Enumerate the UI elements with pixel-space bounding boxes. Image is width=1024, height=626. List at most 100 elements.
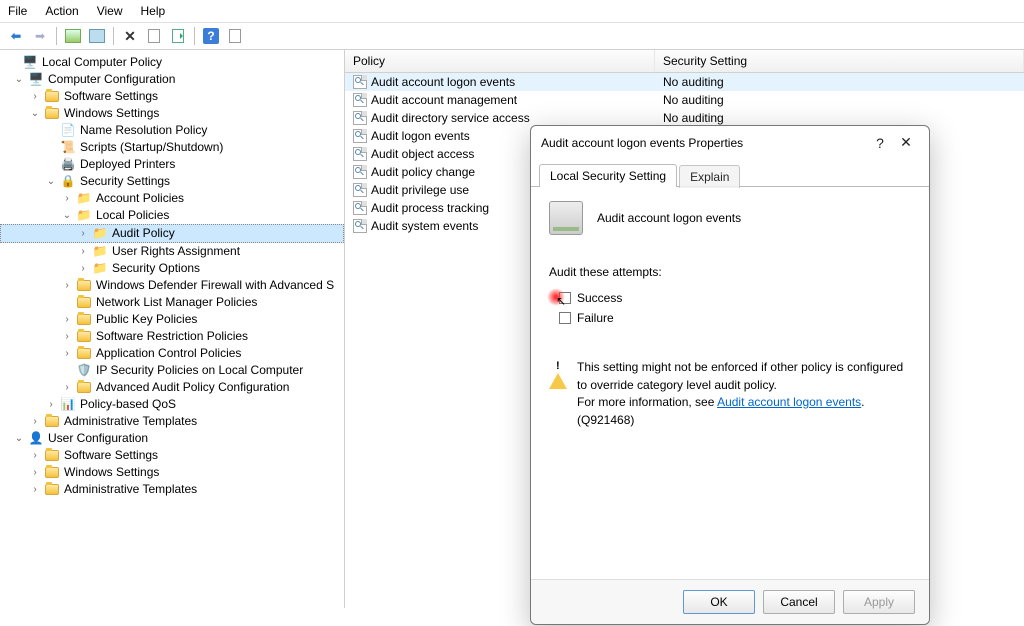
tree-audit-policy[interactable]: ›📁Audit Policy (0, 224, 344, 243)
tree-security-settings[interactable]: ⌄🔒Security Settings (0, 173, 344, 190)
policy-icon (353, 75, 367, 89)
tree-user-rights[interactable]: ›📁User Rights Assignment (0, 243, 344, 260)
tab-local-security[interactable]: Local Security Setting (539, 164, 677, 187)
tree-label: Security Options (112, 260, 200, 277)
policy-cell: Audit object access (371, 147, 474, 161)
tree-label: User Configuration (48, 430, 148, 447)
tree-security-options[interactable]: ›📁Security Options (0, 260, 344, 277)
tab-explain[interactable]: Explain (679, 165, 740, 188)
checkbox-success-label: Success (577, 291, 622, 305)
tree-qos[interactable]: ›📊Policy-based QoS (0, 396, 344, 413)
tree-local-policies[interactable]: ⌄📁Local Policies (0, 207, 344, 224)
policy-icon (353, 147, 367, 161)
menu-file[interactable]: File (8, 4, 27, 18)
tree-label: Windows Settings (64, 105, 159, 122)
tree-user-config[interactable]: ⌄👤User Configuration (0, 430, 344, 447)
dialog-buttons: OK Cancel Apply (531, 579, 929, 624)
export-icon[interactable] (168, 26, 188, 46)
policy-cell: Audit account logon events (371, 75, 515, 89)
dialog-tabs: Local Security Setting Explain (531, 163, 929, 187)
tree-appctrl[interactable]: ›Application Control Policies (0, 345, 344, 362)
menu-action[interactable]: Action (45, 4, 78, 18)
attempts-label: Audit these attempts: (549, 265, 911, 279)
properties-icon[interactable] (144, 26, 164, 46)
tree-ipsec[interactable]: ›🛡️IP Security Policies on Local Compute… (0, 362, 344, 379)
tree-root[interactable]: ▸🖥️Local Computer Policy (0, 54, 344, 71)
warning-icon (549, 359, 567, 377)
help-button[interactable]: ? (867, 135, 893, 151)
tree-label: Windows Settings (64, 464, 159, 481)
forward-icon[interactable]: ➡ (30, 26, 50, 46)
help-icon[interactable]: ? (201, 26, 221, 46)
list-row[interactable]: Audit account managementNo auditing (345, 91, 1024, 109)
col-policy[interactable]: Policy (345, 50, 655, 72)
tree-root-label: Local Computer Policy (42, 54, 162, 71)
tree-label: Advanced Audit Policy Configuration (96, 379, 289, 396)
tree-pubkey[interactable]: ›Public Key Policies (0, 311, 344, 328)
properties-dialog: Audit account logon events Properties ? … (530, 125, 930, 625)
tree-scripts[interactable]: ›📜Scripts (Startup/Shutdown) (0, 139, 344, 156)
policy-cell: Audit directory service access (371, 111, 530, 125)
tree-label: Administrative Templates (64, 413, 197, 430)
toolbar: ⬅ ➡ ✕ ? (0, 23, 1024, 50)
tree-u-sw[interactable]: ›Software Settings (0, 447, 344, 464)
up-icon[interactable] (63, 26, 83, 46)
toolbar-separator (113, 27, 114, 45)
tree-advaudit[interactable]: ›Advanced Audit Policy Configuration (0, 379, 344, 396)
policy-icon (549, 201, 583, 235)
delete-icon[interactable]: ✕ (120, 26, 140, 46)
show-hide-icon[interactable] (87, 26, 107, 46)
checkbox-failure[interactable] (559, 312, 571, 324)
dialog-title: Audit account logon events Properties (541, 136, 867, 150)
tree-software-settings[interactable]: ›Software Settings (0, 88, 344, 105)
list-row[interactable]: Audit account logon eventsNo auditing (345, 73, 1024, 91)
tree-label: Policy-based QoS (80, 396, 176, 413)
tree-label: Windows Defender Firewall with Advanced … (96, 277, 334, 294)
tree-u-adm[interactable]: ›Administrative Templates (0, 481, 344, 498)
tree-printers[interactable]: ›🖨️Deployed Printers (0, 156, 344, 173)
tree-firewall[interactable]: ›Windows Defender Firewall with Advanced… (0, 277, 344, 294)
close-button[interactable]: ✕ (893, 134, 919, 151)
policy-cell: Audit process tracking (371, 201, 489, 215)
tree-panel: ▸🖥️Local Computer Policy ⌄🖥️Computer Con… (0, 50, 345, 608)
warning-link[interactable]: Audit account logon events (717, 395, 861, 409)
tree-label: Software Settings (64, 88, 158, 105)
policy-icon (353, 111, 367, 125)
tree-label: Public Key Policies (96, 311, 197, 328)
tree-label: Software Settings (64, 447, 158, 464)
tree-label: Computer Configuration (48, 71, 175, 88)
tree-admtmpl[interactable]: ›Administrative Templates (0, 413, 344, 430)
menu-view[interactable]: View (97, 4, 123, 18)
toolbar-separator (56, 27, 57, 45)
policy-icon (353, 219, 367, 233)
policy-icon (353, 183, 367, 197)
tree-label: IP Security Policies on Local Computer (96, 362, 303, 379)
tree-u-win[interactable]: ›Windows Settings (0, 464, 344, 481)
policy-cell: Audit account management (371, 93, 517, 107)
tree-account-policies[interactable]: ›📁Account Policies (0, 190, 344, 207)
tree-label: Application Control Policies (96, 345, 241, 362)
apply-button[interactable]: Apply (843, 590, 915, 614)
back-icon[interactable]: ⬅ (6, 26, 26, 46)
extra-icon[interactable] (225, 26, 245, 46)
cancel-button[interactable]: Cancel (763, 590, 835, 614)
tree-computer-config[interactable]: ⌄🖥️Computer Configuration (0, 71, 344, 88)
ok-button[interactable]: OK (683, 590, 755, 614)
list-header: Policy Security Setting (345, 50, 1024, 73)
policy-icon (353, 165, 367, 179)
policy-cell: Audit privilege use (371, 183, 469, 197)
toolbar-separator (194, 27, 195, 45)
checkbox-failure-label: Failure (577, 311, 614, 325)
tree-label: User Rights Assignment (112, 243, 240, 260)
tree-label: Name Resolution Policy (80, 122, 207, 139)
tree-swrestrict[interactable]: ›Software Restriction Policies (0, 328, 344, 345)
tree-label: Local Policies (96, 207, 169, 224)
col-setting[interactable]: Security Setting (655, 50, 1024, 72)
tree-windows-settings[interactable]: ⌄Windows Settings (0, 105, 344, 122)
warning-text: This setting might not be enforced if ot… (577, 359, 911, 429)
menu-help[interactable]: Help (141, 4, 166, 18)
tree-netlist[interactable]: ›Network List Manager Policies (0, 294, 344, 311)
tree-name-resolution[interactable]: ›📄Name Resolution Policy (0, 122, 344, 139)
policy-cell: Audit policy change (371, 165, 475, 179)
setting-cell: No auditing (655, 110, 1024, 126)
